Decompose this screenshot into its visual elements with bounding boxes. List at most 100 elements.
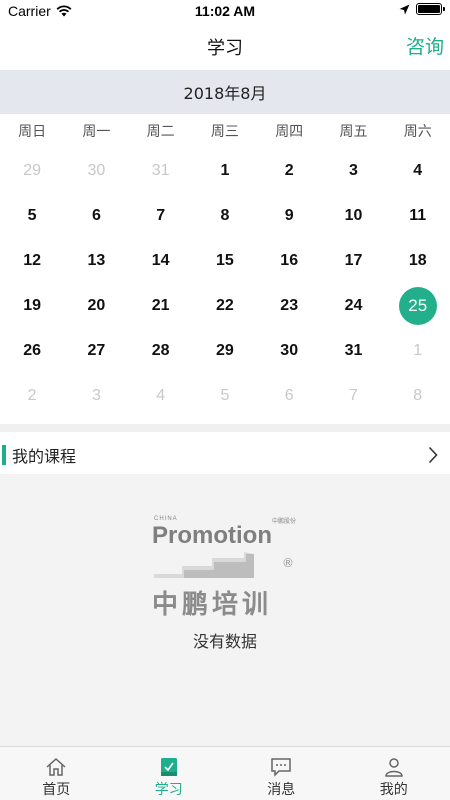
logo-chinese-name: 中鹏培训: [152, 590, 273, 620]
calendar-day-number: 2: [284, 161, 294, 179]
calendar-day-number: 25: [398, 286, 437, 325]
calendar-day[interactable]: 21: [129, 283, 193, 328]
calendar-day-number: 30: [280, 341, 299, 359]
calendar-day[interactable]: 18: [386, 238, 450, 283]
tab-home[interactable]: 首页: [0, 747, 113, 800]
calendar-day-number: 4: [413, 161, 423, 179]
calendar-day[interactable]: 6: [257, 373, 321, 418]
calendar-day[interactable]: 26: [0, 328, 64, 373]
calendar-day[interactable]: 24: [321, 283, 385, 328]
calendar-day[interactable]: 30: [64, 148, 128, 193]
calendar-day-number: 2: [27, 386, 37, 404]
chevron-right-icon[interactable]: [428, 446, 438, 464]
calendar-day-grid: 29 30 31 1 2 3 4 5 6 7 8 9 10 11 12 13 14 15 16 17 18 19 20 21 2…: [0, 148, 450, 418]
calendar-day[interactable]: 7: [321, 373, 385, 418]
calendar-day[interactable]: 9: [257, 193, 321, 238]
calendar-day[interactable]: 15: [193, 238, 257, 283]
calendar-day[interactable]: 29: [0, 148, 64, 193]
calendar-day-number: 14: [151, 251, 170, 269]
calendar-day-number: 5: [27, 206, 37, 224]
calendar-day[interactable]: 3: [321, 148, 385, 193]
empty-state-text: 没有数据: [192, 632, 257, 651]
calendar-day[interactable]: 27: [64, 328, 128, 373]
calendar-day-number: 7: [156, 206, 166, 224]
calendar-day[interactable]: 4: [129, 373, 193, 418]
calendar-day[interactable]: 8: [193, 193, 257, 238]
tab-label: 消息: [267, 782, 296, 798]
calendar-day[interactable]: 7: [129, 193, 193, 238]
calendar-day-number: 29: [216, 341, 234, 359]
message-icon: [271, 758, 291, 777]
consult-button[interactable]: 咨询: [406, 32, 444, 59]
calendar-day-number: 17: [344, 251, 363, 269]
calendar-day[interactable]: 6: [64, 193, 128, 238]
section-accent-bar: [2, 445, 6, 465]
calendar-day[interactable]: 14: [129, 238, 193, 283]
tab-label: 学习: [154, 782, 183, 798]
calendar-day-number: 3: [91, 386, 101, 404]
calendar-day-number: 11: [409, 206, 427, 224]
calendar-day[interactable]: 13: [64, 238, 128, 283]
calendar-day[interactable]: 16: [257, 238, 321, 283]
weekday-label: 周一: [82, 124, 111, 140]
calendar-day[interactable]: 8: [386, 373, 450, 418]
calendar-day[interactable]: 12: [0, 238, 64, 283]
calendar-day[interactable]: 1: [386, 328, 450, 373]
calendar-day-number: 8: [220, 206, 230, 224]
calendar-day-number: 13: [87, 251, 106, 269]
app-screen: Carrier 11:02 AM 学习 咨询 2018年8月 周日 周一 周二: [0, 0, 450, 800]
calendar-day-number: 3: [349, 161, 358, 179]
tab-profile[interactable]: 我的: [338, 747, 450, 800]
tab-bar: 首页 学习 消息 我的: [0, 746, 450, 800]
calendar-day-number: 30: [87, 161, 106, 179]
calendar-day-number: 15: [216, 251, 234, 269]
calendar-day-number: 28: [151, 341, 170, 359]
home-icon: [46, 757, 66, 776]
calendar-day[interactable]: 29: [193, 328, 257, 373]
my-courses-header[interactable]: 我的课程: [0, 438, 450, 472]
calendar-day[interactable]: 2: [257, 148, 321, 193]
logo-registered-mark: ®: [282, 556, 294, 570]
calendar-month-header[interactable]: 2018年8月: [0, 70, 450, 114]
calendar-day[interactable]: 2: [0, 373, 64, 418]
nav-bar: 学习 咨询: [0, 24, 450, 68]
calendar-day-number: 31: [151, 161, 170, 179]
calendar-day[interactable]: 3: [64, 373, 128, 418]
calendar-day-number: 1: [220, 161, 230, 179]
calendar-day[interactable]: 17: [321, 238, 385, 283]
calendar-day[interactable]: 11: [386, 193, 450, 238]
tab-study[interactable]: 学习: [113, 747, 226, 800]
calendar-day[interactable]: 19: [0, 283, 64, 328]
calendar-day[interactable]: 22: [193, 283, 257, 328]
page-title: 学习: [207, 38, 243, 59]
calendar-day[interactable]: 5: [193, 373, 257, 418]
calendar-day[interactable]: 28: [129, 328, 193, 373]
calendar-day-number: 19: [23, 296, 42, 314]
calendar-day-number: 27: [87, 341, 106, 359]
calendar-day[interactable]: 4: [386, 148, 450, 193]
calendar-day-number: 10: [344, 206, 363, 224]
calendar-day[interactable]: 1: [193, 148, 257, 193]
calendar-day-number: 12: [23, 251, 42, 269]
calendar-day[interactable]: 31: [129, 148, 193, 193]
calendar-day-number: 21: [151, 296, 170, 314]
my-courses-title: 我的课程: [12, 447, 77, 466]
calendar-day[interactable]: 23: [257, 283, 321, 328]
calendar-day[interactable]: 30: [257, 328, 321, 373]
weekday-label: 周四: [275, 124, 304, 140]
status-bar: Carrier 11:02 AM: [0, 0, 450, 24]
calendar-day-number: 9: [284, 206, 294, 224]
calendar-day[interactable]: 10: [321, 193, 385, 238]
calendar-day-number: 24: [344, 296, 363, 314]
calendar-day[interactable]: 5: [0, 193, 64, 238]
calendar-day-number: 18: [408, 251, 427, 269]
calendar-day-number: 22: [216, 296, 234, 314]
calendar-day[interactable]: 20: [64, 283, 128, 328]
status-right: [399, 3, 445, 15]
tab-messages[interactable]: 消息: [225, 747, 338, 800]
calendar-day-number: 8: [413, 386, 423, 404]
calendar-day-number: 29: [23, 161, 42, 179]
calendar-day[interactable]: 31: [321, 328, 385, 373]
calendar-day-number: 1: [413, 341, 423, 359]
calendar-day-selected[interactable]: 25: [386, 283, 450, 328]
